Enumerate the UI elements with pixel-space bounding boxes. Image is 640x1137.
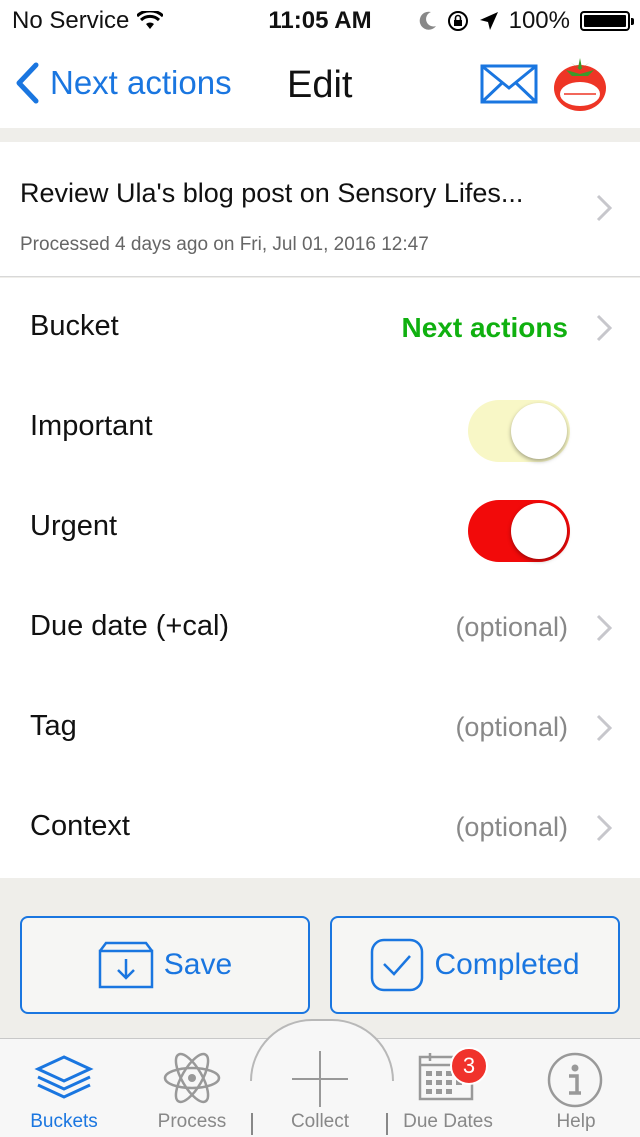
tag-value: (optional)	[455, 712, 568, 742]
completed-button-label: Completed	[434, 948, 580, 981]
battery-icon	[580, 11, 634, 31]
chevron-right-icon	[596, 714, 612, 742]
tab-buckets[interactable]: Buckets	[12, 1039, 116, 1137]
tag-row[interactable]: Tag (optional)	[0, 678, 640, 779]
status-bar: No Service 11:05 AM 100%	[0, 0, 640, 40]
tomato-timer-icon[interactable]	[552, 56, 608, 112]
tab-help-label: Help	[556, 1111, 596, 1132]
important-label: Important	[30, 410, 153, 442]
context-value: (optional)	[455, 812, 568, 842]
completed-button[interactable]: Completed	[330, 916, 620, 1014]
location-arrow-icon	[479, 12, 498, 30]
plus-icon	[292, 1051, 348, 1107]
tab-due-dates[interactable]: 3 Due Dates	[394, 1039, 502, 1137]
important-toggle[interactable]	[468, 400, 570, 462]
tag-label: Tag	[30, 710, 77, 742]
tab-separator	[386, 1113, 388, 1135]
page-title: Edit	[287, 64, 353, 106]
due-dates-badge: 3	[450, 1047, 488, 1085]
layers-icon	[34, 1055, 94, 1099]
status-right: 100%	[419, 7, 634, 35]
info-icon	[547, 1052, 603, 1108]
calendar-icon-wrap: 3	[418, 1047, 488, 1101]
tab-help[interactable]: Help	[526, 1039, 626, 1137]
tab-collect[interactable]: Collect	[270, 1039, 370, 1137]
due-date-value: (optional)	[455, 612, 568, 642]
tab-buckets-label: Buckets	[30, 1111, 98, 1132]
chevron-left-icon	[16, 62, 39, 104]
moon-icon	[419, 11, 436, 30]
save-box-icon	[98, 941, 154, 989]
tab-separator	[251, 1113, 253, 1135]
tab-collect-label: Collect	[290, 1111, 350, 1132]
chevron-right-icon	[596, 314, 612, 342]
tab-process[interactable]: Process	[140, 1039, 244, 1137]
task-processed-date: Processed 4 days ago on Fri, Jul 01, 201…	[20, 234, 429, 255]
bucket-row[interactable]: Bucket Next actions	[0, 278, 640, 379]
task-item[interactable]: Review Ula's blog post on Sensory Lifes.…	[0, 142, 640, 277]
back-button-label: Next actions	[50, 64, 232, 101]
due-date-row[interactable]: Due date (+cal) (optional)	[0, 578, 640, 679]
checkmark-box-icon	[371, 938, 424, 992]
atom-icon	[163, 1052, 221, 1104]
navigation-bar: Next actions Edit	[0, 40, 640, 128]
rotation-lock-icon	[447, 11, 468, 31]
tab-bar: Buckets Process Collect 3 Due Dates Help	[0, 1019, 640, 1137]
toggle-knob	[511, 503, 567, 559]
urgent-toggle[interactable]	[468, 500, 570, 562]
context-label: Context	[30, 810, 130, 842]
chevron-right-icon	[596, 194, 612, 222]
bucket-value: Next actions	[401, 312, 569, 343]
mail-icon[interactable]	[480, 64, 538, 104]
tab-due-dates-label: Due Dates	[403, 1111, 493, 1132]
action-buttons: Save Completed	[0, 878, 640, 1038]
context-row[interactable]: Context (optional)	[0, 778, 640, 879]
urgent-label: Urgent	[30, 510, 118, 542]
important-row: Important	[0, 378, 640, 479]
section-divider	[0, 128, 640, 142]
task-title: Review Ula's blog post on Sensory Lifes.…	[20, 178, 524, 208]
due-date-label: Due date (+cal)	[30, 610, 230, 642]
save-button[interactable]: Save	[20, 916, 310, 1014]
bucket-label: Bucket	[30, 310, 119, 342]
chevron-right-icon	[596, 614, 612, 642]
battery-percent: 100%	[508, 7, 570, 34]
back-button[interactable]: Next actions	[14, 62, 232, 104]
save-button-label: Save	[163, 948, 233, 981]
urgent-row: Urgent	[0, 478, 640, 579]
tab-process-label: Process	[157, 1111, 227, 1132]
chevron-right-icon	[596, 814, 612, 842]
toggle-knob	[511, 403, 567, 459]
